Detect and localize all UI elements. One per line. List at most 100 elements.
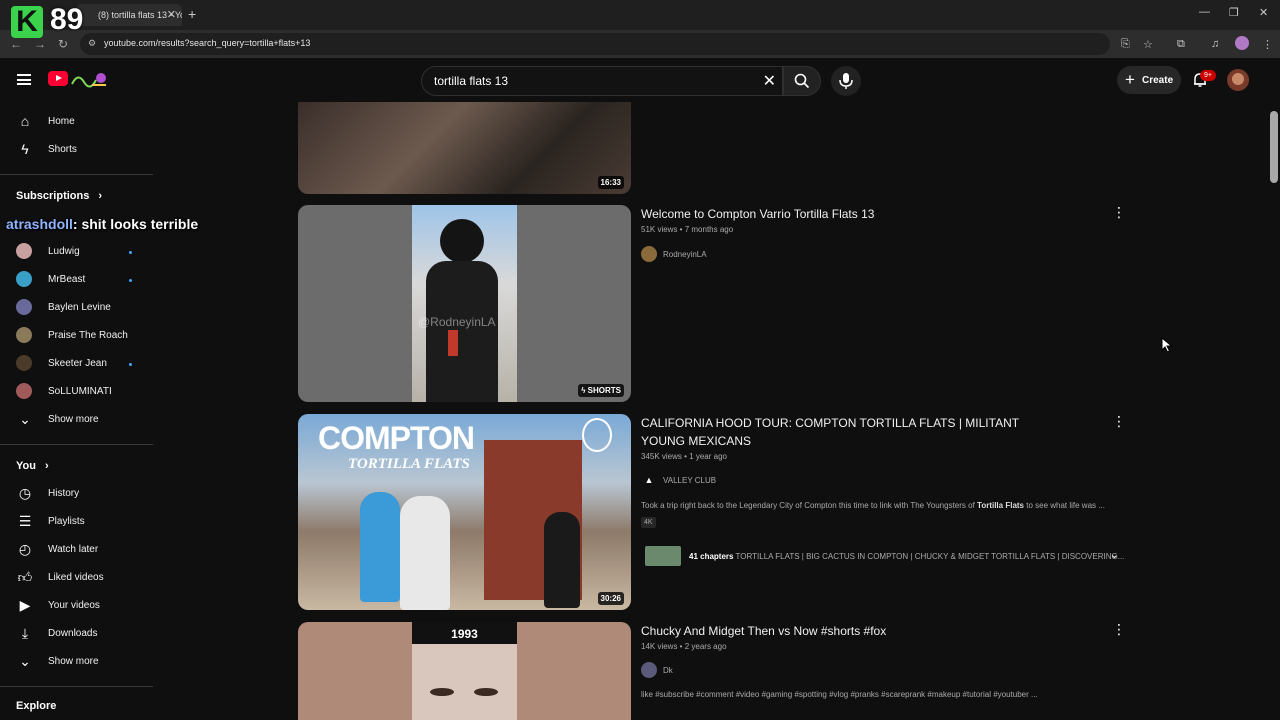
bookmark-star-icon[interactable]: ☆ [1143,38,1153,51]
install-app-icon[interactable]: ⎘ [1121,38,1130,51]
sidebar-item-your-videos[interactable]: ▶ Your videos [0,592,153,620]
thumb-eye [430,688,454,696]
video-title[interactable]: Chucky And Midget Then vs Now #shorts #f… [641,622,1061,640]
desc-text: to see what life was ... [1024,501,1105,510]
close-tab-icon[interactable]: ✕ [167,8,176,21]
thumb-year: 1993 [412,622,517,644]
youtube-doodle-icon[interactable] [70,70,110,88]
chevron-right-icon: › [98,190,103,202]
sidebar-item-subscription[interactable]: Baylen Levine [0,294,153,322]
channel-avatar [16,355,32,371]
thumb-person [544,512,580,608]
url-field[interactable]: ⚙ youtube.com/results?search_query=torti… [80,33,1110,55]
site-info-icon[interactable]: ⚙ [88,38,98,48]
browser-profile-avatar[interactable] [1235,36,1249,50]
sidebar-show-more[interactable]: ⌄ Show more [0,406,153,434]
video-thumbnail[interactable]: COMPTON TORTILLA FLATS 30:26 [298,414,631,610]
extensions-icon[interactable]: ⧉ [1177,38,1185,51]
video-meta: 345K views • 1 year ago [641,452,727,461]
download-icon: ⤓ [21,625,29,641]
thumb-title-1: COMPTON [318,420,475,456]
shorts-frame: @RodneyinLA [412,205,517,402]
sidebar-item-subscription[interactable]: Praise The Roach [0,322,153,350]
sidebar-item-liked-videos[interactable]: 👍︎ Liked videos [0,564,153,592]
sidebar-item-home[interactable]: ⌂ Home [0,108,153,136]
thumb-eye [474,688,498,696]
channel-avatar [16,243,32,259]
search-button[interactable] [783,66,821,96]
close-window-icon[interactable]: ✕ [1259,6,1268,19]
menu-icon[interactable] [17,74,31,85]
stream-chat-overlay: atrashdoll: shit looks terrible [6,216,198,232]
desc-text: Took a trip right back to the Legendary … [641,501,978,510]
shorts-badge: ϟ SHORTS [578,384,624,397]
more-actions-icon[interactable]: ⋮ [1112,204,1126,221]
playlists-icon: ☰ [18,513,32,529]
channel-avatar [16,271,32,287]
sidebar-item-label: Downloads [48,628,98,639]
chapters-text: 41 chapters TORTILLA FLATS | BIG CACTUS … [689,552,1124,561]
stream-overlay-logo: K 89 [8,3,98,39]
voice-search-button[interactable] [831,66,861,96]
chevron-down-icon: ⌄ [19,653,31,669]
chevron-down-icon[interactable]: ⌄ [1110,548,1119,561]
sidebar-item-subscription[interactable]: Ludwig [0,238,153,266]
divider [0,174,153,175]
sidebar-item-playlists[interactable]: ☰ Playlists [0,508,153,536]
desc-highlight: Tortilla Flats [977,501,1024,510]
sidebar-item-label: Skeeter Jean [48,358,107,369]
more-actions-icon[interactable]: ⋮ [1112,621,1126,638]
shorts-frame: 1993 [412,622,517,720]
reload-icon[interactable]: ↻ [58,37,68,51]
channel-avatar [16,299,32,315]
account-avatar[interactable] [1227,69,1249,91]
video-description: like #subscribe #comment #video #gaming … [641,690,1038,699]
create-button[interactable]: + Create [1117,66,1181,94]
figure-head [440,219,484,263]
video-title[interactable]: Welcome to Compton Varrio Tortilla Flats… [641,205,1061,223]
notification-badge: 9+ [1200,70,1216,81]
clear-search-icon[interactable]: ✕ [763,71,776,91]
sidebar-item-subscription[interactable]: MrBeast [0,266,153,294]
media-control-icon[interactable]: ♫ [1211,38,1219,50]
minimize-icon[interactable]: — [1199,6,1210,18]
sidebar-item-subscription[interactable]: SoLLUMINATI [0,378,153,406]
create-label: Create [1142,75,1174,86]
youtube-header: ✕ + Create 9+ [0,58,1268,102]
youtube-logo-icon[interactable] [48,71,68,86]
chevron-right-icon: › [45,460,49,472]
thumb-title-2: TORTILLA FLATS [348,456,470,472]
back-icon[interactable]: ← [10,37,22,51]
shorts-badge-label: SHORTS [587,386,621,395]
shorts-icon: ϟ [21,141,29,157]
sidebar-item-label: Praise The Roach [48,330,128,341]
search-input[interactable] [434,74,754,88]
browser-menu-icon[interactable]: ⋮ [1262,38,1273,51]
forward-icon[interactable]: → [34,37,46,51]
sidebar-item-label: Your videos [48,600,100,611]
sidebar-item-downloads[interactable]: ⤓ Downloads [0,620,153,648]
sidebar-item-label: Shorts [48,144,77,155]
you-heading[interactable]: You › [16,460,49,472]
sidebar-item-shorts[interactable]: ϟ Shorts [0,136,153,164]
new-content-dot [129,279,132,282]
sidebar-show-more-2[interactable]: ⌄ Show more [0,648,153,676]
subscriptions-heading[interactable]: Subscriptions › [16,190,102,202]
sidebar-item-watch-later[interactable]: ◴ Watch later [0,536,153,564]
sidebar-item-label: History [48,488,80,499]
new-tab-icon[interactable]: + [188,6,196,22]
video-thumbnail[interactable]: @RodneyinLA ϟ SHORTS [298,205,631,402]
video-thumbnail[interactable]: 1993 [298,622,631,720]
search-icon [794,73,810,89]
sidebar-item-history[interactable]: ◷ History [0,480,153,508]
video-thumbnail[interactable]: 16:33 [298,102,631,194]
chapters-bar[interactable]: 41 chapters TORTILLA FLATS | BIG CACTUS … [641,544,1131,568]
sidebar-item-subscription[interactable]: Skeeter Jean [0,350,153,378]
figure-body [426,261,498,402]
browser-address-bar: ← → ↻ ⚙ youtube.com/results?search_query… [0,30,1280,58]
divider [0,686,153,687]
video-title[interactable]: CALIFORNIA HOOD TOUR: COMPTON TORTILLA F… [641,414,1061,450]
page-scrollbar-thumb[interactable] [1270,111,1278,183]
maximize-icon[interactable]: ❐ [1229,6,1239,19]
more-actions-icon[interactable]: ⋮ [1112,413,1126,430]
